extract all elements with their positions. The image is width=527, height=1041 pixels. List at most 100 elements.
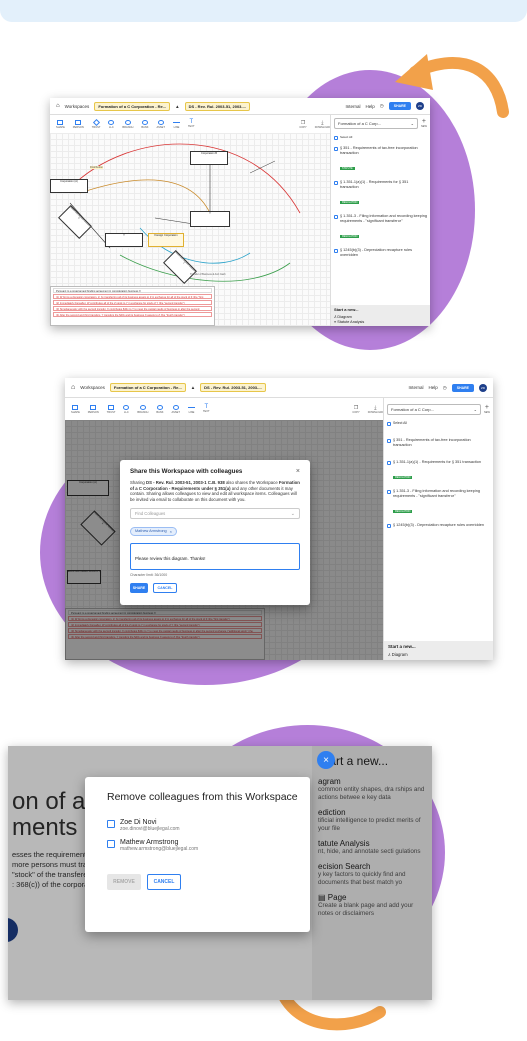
document-item[interactable]: § 1.351-3 - Filing information and recor… xyxy=(334,214,427,242)
circle-icon xyxy=(141,119,148,125)
download-button[interactable]: ⤓ DOWNLOAD xyxy=(368,405,383,414)
selected-colleague-chip[interactable]: Mathew Armstrong × xyxy=(130,526,177,536)
cancel-button[interactable]: CANCEL xyxy=(153,583,177,594)
new-button[interactable]: + NEW xyxy=(484,404,490,414)
help-link[interactable]: Help xyxy=(366,104,375,109)
diagram-node-corp-a[interactable]: Corporation (A) xyxy=(50,179,88,193)
breadcrumb-workspace[interactable]: Formation of a C Corporation - Re... xyxy=(94,101,171,111)
close-panel-button[interactable]: × xyxy=(317,751,335,769)
workspaces-link[interactable]: Workspaces xyxy=(80,385,105,390)
tool-line[interactable]: LINE xyxy=(187,405,195,414)
workspace-dropdown[interactable]: Formation of a C Corp... ⌄ xyxy=(387,404,481,415)
note-line: Pursuant to a prearranged binding agreem… xyxy=(53,288,212,293)
tool-llc[interactable]: LLC xyxy=(108,119,115,129)
download-button[interactable]: ⤓ DOWNLOAD xyxy=(315,120,330,129)
tool-llc[interactable]: LLC xyxy=(123,404,130,414)
tool-bank[interactable]: BANK xyxy=(156,404,163,414)
checkbox[interactable] xyxy=(334,136,338,140)
workspaces-link[interactable]: Workspaces xyxy=(65,104,90,109)
checkbox[interactable] xyxy=(334,249,338,253)
checkbox[interactable] xyxy=(334,215,338,219)
share-button[interactable]: SHARE xyxy=(388,102,411,110)
colleague-row[interactable]: Zoe Di Novi zoe.dinovi@bluejlegal.com xyxy=(107,819,288,832)
notes-panel: Pursuant to a prearranged binding agreem… xyxy=(50,286,215,326)
checkbox[interactable] xyxy=(387,461,391,465)
tool-text[interactable]: T TEXT xyxy=(203,404,210,413)
diagram-node-y[interactable]: Y xyxy=(190,211,230,227)
tool-person[interactable]: PERSON xyxy=(73,119,84,129)
checkbox[interactable] xyxy=(107,820,115,828)
screenshot-workspace-diagram: ⌂ Workspaces Formation of a C Corporatio… xyxy=(50,98,430,326)
checkbox[interactable] xyxy=(334,147,338,151)
diagram-node-foreign[interactable]: Foreign Corporation xyxy=(148,233,184,247)
checkbox[interactable] xyxy=(334,181,338,185)
share-submit-button[interactable]: SHARE xyxy=(130,583,148,594)
document-item[interactable]: § 1245(b)(3) - Depreciation recapture ru… xyxy=(334,248,427,258)
diagram-label-distribution: Distribution xyxy=(90,166,103,169)
tool-line[interactable]: LINE xyxy=(172,120,180,129)
checkbox[interactable] xyxy=(387,439,391,443)
document-item[interactable]: § 351 - Requirements of tax-free incorpo… xyxy=(334,146,427,174)
screenshot-share-modal: ⌂ Workspaces Formation of a C Corporatio… xyxy=(65,378,493,660)
internal-link[interactable]: Internal xyxy=(346,104,361,109)
tool-trust[interactable]: TRUST xyxy=(107,404,115,414)
close-icon[interactable]: × xyxy=(296,468,300,475)
tool-branch[interactable]: BRANCH xyxy=(137,404,148,414)
breadcrumb-workspace[interactable]: Formation of a C Corporation - Re... xyxy=(109,383,186,392)
avatar[interactable]: ZD xyxy=(479,383,487,392)
checkbox[interactable] xyxy=(387,524,391,528)
tool-asset[interactable]: ASSET xyxy=(156,119,165,129)
workspace-dropdown[interactable]: Formation of a C Corp... ⌄ xyxy=(334,118,418,129)
new-button[interactable]: + NEW xyxy=(421,118,427,128)
select-all-row[interactable]: Select All xyxy=(334,135,427,140)
timer-icon[interactable]: ◷ xyxy=(443,385,447,391)
screenshot-remove-modal: on of a C ments un esses the requirement… xyxy=(8,746,432,1000)
breadcrumb-document[interactable]: DS - Rev. Rul. 2003-51, 2003-... xyxy=(184,101,251,111)
copy-button[interactable]: ❐ COPY xyxy=(352,405,359,414)
document-item[interactable]: § 1245(b)(3) - Depreciation recapture ru… xyxy=(387,523,490,528)
remove-button[interactable]: REMOVE xyxy=(107,874,141,890)
colleague-row[interactable]: Mathew Armstrong mathew.armstrong@bluejl… xyxy=(107,839,288,852)
tool-trust[interactable]: TRUST xyxy=(92,118,100,129)
share-button[interactable]: SHARE xyxy=(451,383,474,392)
tool-shape[interactable]: SHAPE xyxy=(71,404,80,414)
tool-text[interactable]: T TEXT xyxy=(188,119,195,128)
diagram-option[interactable]: ⅄ Diagram xyxy=(334,314,427,319)
diagram-option[interactable]: ⅄ Diagram xyxy=(388,652,489,657)
remove-chip-icon[interactable]: × xyxy=(170,529,172,534)
breadcrumb-document[interactable]: DS - Rev. Rul. 2003-51, 2003-... xyxy=(200,383,266,392)
checkbox[interactable] xyxy=(387,422,391,426)
document-item[interactable]: § 1.351-1(a)(1) - Requirements for § 351… xyxy=(387,460,490,483)
message-field[interactable]: Please review this diagram. Thanks! xyxy=(130,543,300,571)
checkbox[interactable] xyxy=(107,840,115,848)
cancel-button[interactable]: CANCEL xyxy=(147,874,181,890)
checkbox[interactable] xyxy=(387,490,391,494)
tool-branch[interactable]: BRANCH xyxy=(122,119,133,129)
avatar[interactable]: ZD xyxy=(416,102,424,110)
timer-icon[interactable]: ◷ xyxy=(380,103,384,109)
note-line: (2) Immediately thereafter, W contribute… xyxy=(53,300,212,305)
tool-shape[interactable]: SHAPE xyxy=(56,119,65,129)
diagram-node-corp-b[interactable]: Corporation B xyxy=(190,151,228,165)
copy-button[interactable]: ❐ COPY xyxy=(299,120,306,129)
diamond-icon xyxy=(108,404,115,410)
help-link[interactable]: Help xyxy=(429,385,438,390)
select-all-row[interactable]: Select All xyxy=(387,421,490,426)
circle-icon xyxy=(157,119,164,125)
find-colleagues-field[interactable]: Find Colleagues ⌄ xyxy=(130,508,300,520)
home-icon[interactable]: ⌂ xyxy=(71,384,75,391)
document-item[interactable]: § 1.351-1(a)(1) - Requirements for § 351… xyxy=(334,180,427,208)
remove-colleagues-modal: Remove colleagues from this Workspace Zo… xyxy=(85,777,310,932)
document-item[interactable]: § 351 - Requirements of tax-free incorpo… xyxy=(387,438,490,448)
tool-asset[interactable]: ASSET xyxy=(171,404,180,414)
document-item[interactable]: § 1.351-3 - Filing information and recor… xyxy=(387,489,490,517)
diagram-icon: ⅄ xyxy=(388,652,391,657)
diagram-node-c[interactable]: Y xyxy=(105,233,143,247)
triangle-icon xyxy=(90,404,97,410)
tool-person[interactable]: PERSON xyxy=(88,404,99,414)
statute-analysis-option[interactable]: ≡ Statute Analysis xyxy=(334,320,427,324)
modal-title: Share this Workspace with colleagues xyxy=(130,468,243,475)
home-icon[interactable]: ⌂ xyxy=(56,103,60,109)
tool-bank[interactable]: BANK xyxy=(141,119,148,129)
internal-link[interactable]: Internal xyxy=(409,385,424,390)
